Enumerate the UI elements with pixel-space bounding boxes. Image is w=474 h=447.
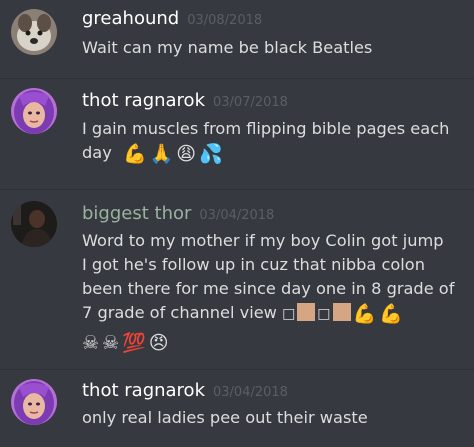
message-text: been there for me since day one in 8 gra…: [82, 279, 455, 298]
username-text[interactable]: thot ragnarok: [82, 90, 205, 111]
hundred-points-icon: 💯: [122, 332, 146, 354]
message-text: 7 grade of channel view: [82, 303, 277, 322]
sweat-droplets-icon: 💦: [199, 143, 223, 165]
message-body: Word to my mother if my boy Colin got ju…: [82, 229, 462, 355]
angry-face-icon: 😠: [148, 332, 169, 354]
dark-photo-avatar-icon: [11, 201, 57, 247]
message-group: thot ragnarok 03/07/2018 I gain muscles f…: [0, 79, 474, 189]
message-timestamp: 03/08/2018: [187, 13, 263, 28]
username-text[interactable]: biggest thor: [82, 203, 191, 224]
message-text: only real ladies pee out their waste: [82, 408, 368, 427]
chat-message-list: greahound 03/08/2018 Wait can my name be …: [0, 0, 474, 447]
purple-hair-avatar-icon: [11, 379, 57, 425]
message-text: I got he's follow up in cuz that nibba c…: [82, 255, 425, 274]
folded-hands-icon: 🙏: [149, 143, 174, 165]
skin-tone-icon: [332, 303, 351, 321]
message-group: biggest thor 03/04/2018 Word to my mother…: [0, 190, 474, 369]
username-text[interactable]: thot ragnarok: [82, 380, 205, 401]
skull-crossbones-icon: ☠: [82, 332, 100, 354]
missing-glyph-icon: □: [282, 306, 296, 322]
message-text-line: 7 grade of channel view □ □ 💪 💪: [82, 301, 462, 326]
flexed-biceps-icon: 💪: [122, 143, 147, 165]
avatar[interactable]: [11, 9, 57, 55]
message-username[interactable]: thot ragnarok 03/04/2018: [82, 380, 288, 401]
missing-glyph-icon: □: [317, 306, 331, 322]
avatar[interactable]: [11, 201, 57, 247]
message-timestamp: 03/07/2018: [213, 95, 288, 110]
purple-hair-avatar-icon: [11, 88, 57, 134]
dog-avatar-icon: [11, 9, 57, 55]
message-text: day: [82, 143, 112, 162]
message-group: thot ragnarok 03/04/2018 only real ladies…: [0, 370, 474, 447]
message-body: Wait can my name be black Beatles: [82, 36, 462, 60]
message-body: I gain muscles from flipping bible pages…: [82, 117, 462, 166]
flexed-biceps-icon: 💪: [379, 303, 403, 325]
message-username[interactable]: greahound 03/08/2018: [82, 8, 262, 29]
message-text: I gain muscles from flipping bible pages…: [82, 119, 450, 138]
message-username[interactable]: biggest thor 03/04/2018: [82, 203, 274, 224]
message-group: greahound 03/08/2018 Wait can my name be …: [0, 0, 474, 78]
skin-tone-icon: [297, 303, 316, 321]
message-text-line: day 💪 🙏 😩 💦: [82, 141, 462, 166]
message-body: only real ladies pee out their waste: [82, 406, 462, 430]
message-username[interactable]: thot ragnarok 03/07/2018: [82, 90, 288, 111]
avatar[interactable]: [11, 88, 57, 134]
message-text: Word to my mother if my boy Colin got ju…: [82, 231, 444, 250]
avatar[interactable]: [11, 379, 57, 425]
message-text: Wait can my name be black Beatles: [82, 38, 373, 57]
skull-crossbones-icon: ☠: [102, 332, 120, 354]
weary-face-icon: 😩: [176, 143, 197, 165]
message-timestamp: 03/04/2018: [213, 385, 288, 400]
message-emoji-line: ☠ ☠ 💯 😠: [82, 330, 462, 355]
flexed-biceps-icon: 💪: [352, 303, 377, 325]
username-text[interactable]: greahound: [82, 8, 179, 29]
message-timestamp: 03/04/2018: [199, 208, 275, 223]
